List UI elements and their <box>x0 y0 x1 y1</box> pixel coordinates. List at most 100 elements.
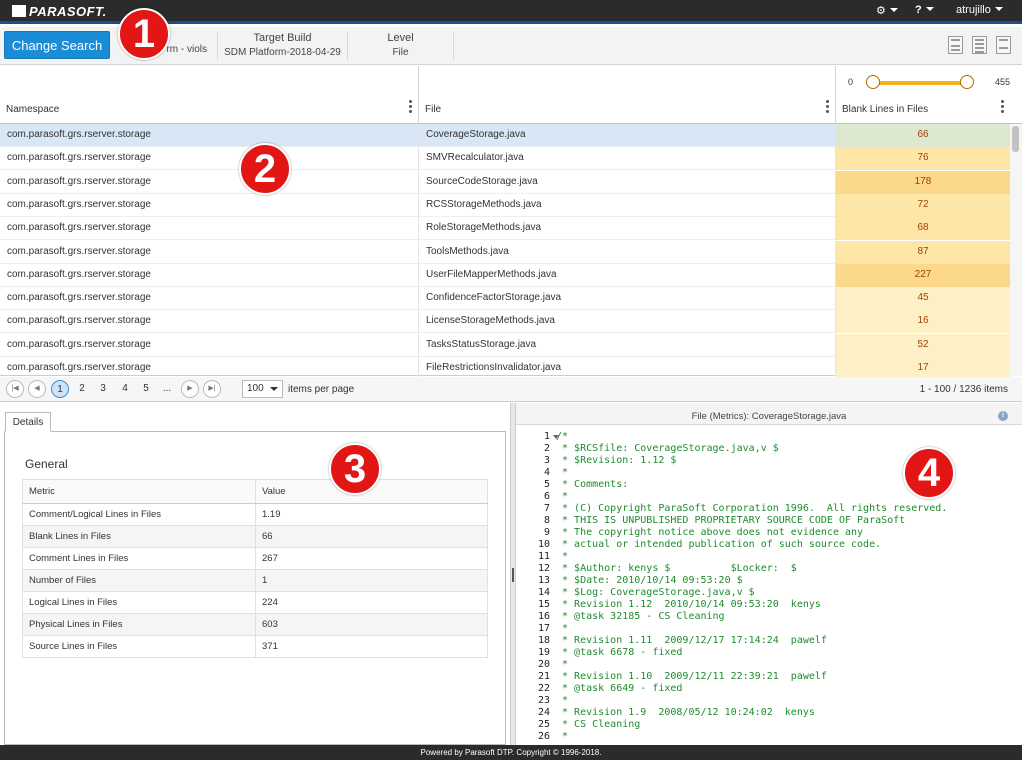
line-number-text: 13 <box>537 575 550 586</box>
target-build-criterion[interactable]: Target Build SDM Platform-2018-04-29 <box>218 32 348 60</box>
code-line: * $Log: CoverageStorage.java,v $ <box>556 587 755 598</box>
level-criterion[interactable]: Level File <box>348 32 454 60</box>
metric-value: 1.19 <box>255 503 488 526</box>
namespace-cell: com.parasoft.grs.rserver.storage <box>0 263 419 287</box>
layout-split-icon[interactable] <box>948 36 963 54</box>
table-row[interactable]: com.parasoft.grs.rserver.storage Coverage… <box>0 124 1010 147</box>
last-page-button[interactable]: ▶| <box>203 380 221 398</box>
layout-grid-icon[interactable] <box>972 36 987 54</box>
more-pages-button[interactable]: ... <box>158 380 176 398</box>
chevron-down-icon <box>270 387 278 391</box>
table-row: Physical Lines in Files 603 <box>22 613 488 636</box>
callout-marker-3: 3 <box>329 443 381 495</box>
callout-marker-2: 2 <box>239 143 291 195</box>
table-row[interactable]: com.parasoft.grs.rserver.storage LicenseS… <box>0 310 1010 334</box>
help-icon: ? <box>915 4 922 16</box>
table-row[interactable]: com.parasoft.grs.rserver.storage RoleStor… <box>0 217 1010 241</box>
line-number-text: 3 <box>543 455 550 466</box>
line-number-text: 12 <box>537 563 550 574</box>
help-menu[interactable]: ? <box>915 4 934 16</box>
code-line: * <box>556 623 569 634</box>
code-line: * Revision 1.9 2008/05/12 10:24:02 kenys <box>556 707 815 718</box>
line-number-text: 7 <box>543 503 550 514</box>
line-number-text: 6 <box>543 491 550 502</box>
line-number-text: 11 <box>537 551 550 562</box>
metric-name: Number of Files <box>22 569 256 592</box>
file-cell: SourceCodeStorage.java <box>419 170 836 194</box>
page-5-button[interactable]: 5 <box>137 380 155 398</box>
file-cell: ToolsMethods.java <box>419 240 836 264</box>
metric-value: 267 <box>255 547 488 570</box>
line-number-text: 2 <box>543 443 550 454</box>
next-page-button[interactable]: ▶ <box>181 380 199 398</box>
table-row: Comment Lines in Files 267 <box>22 547 488 570</box>
chevron-down-icon <box>925 7 934 11</box>
line-number-text: 22 <box>537 683 550 694</box>
code-line: * <box>556 731 569 742</box>
change-search-button[interactable]: Change Search <box>4 31 110 59</box>
table-row[interactable]: com.parasoft.grs.rserver.storage Confiden… <box>0 287 1010 311</box>
slider-min-handle[interactable] <box>866 75 880 89</box>
line-number-text: 18 <box>537 635 550 646</box>
info-icon[interactable]: i <box>998 411 1008 421</box>
file-cell: ConfidenceFactorStorage.java <box>419 287 836 311</box>
page-4-button[interactable]: 4 <box>116 380 134 398</box>
code-line: * actual or intended publication of such… <box>556 539 882 550</box>
code-line: * THIS IS UNPUBLISHED PROPRIETARY SOURCE… <box>556 515 906 526</box>
first-page-button[interactable]: |◀ <box>6 380 24 398</box>
user-menu[interactable]: atrujillo <box>956 4 1003 16</box>
vertical-scrollbar[interactable] <box>1010 124 1022 376</box>
metric-value: 224 <box>255 591 488 614</box>
table-row[interactable]: com.parasoft.grs.rserver.storage UserFile… <box>0 263 1010 287</box>
item-range-label: 1 - 100 / 1236 items <box>919 384 1008 395</box>
splitter-grip[interactable] <box>512 568 514 582</box>
slider-track[interactable] <box>866 81 964 85</box>
metric-value: 603 <box>255 613 488 636</box>
source-header: File (Metrics): CoverageStorage.java i <box>516 403 1022 425</box>
namespace-cell: com.parasoft.grs.rserver.storage <box>0 217 419 241</box>
page-1-button[interactable]: 1 <box>51 380 69 398</box>
code-line: * (C) Copyright ParaSoft Corporation 199… <box>556 503 948 514</box>
app-window: PARASOFT. ⚙ ? atrujillo Change Search rm… <box>0 0 1022 760</box>
column-menu-icon[interactable] <box>409 100 412 115</box>
range-slider[interactable]: 0 455 <box>836 72 1012 92</box>
code-line: * <box>556 695 569 706</box>
column-menu-icon[interactable] <box>826 100 829 115</box>
column-label: Blank Lines in Files <box>842 104 929 115</box>
logo-text: PARASOFT. <box>29 4 107 19</box>
page-3-button[interactable]: 3 <box>94 380 112 398</box>
items-per-page-label: items per page <box>288 384 355 395</box>
chevron-down-icon <box>889 8 898 12</box>
line-number-text: 1 <box>543 431 550 442</box>
table-row[interactable]: com.parasoft.grs.rserver.storage SMVRecal… <box>0 147 1010 171</box>
metric-name: Physical Lines in Files <box>22 613 256 636</box>
column-header-blank-lines[interactable]: 0 455 Blank Lines in Files <box>836 66 1022 124</box>
table-row[interactable]: com.parasoft.grs.rserver.storage SourceCo… <box>0 170 1010 194</box>
settings-menu[interactable]: ⚙ <box>876 4 898 17</box>
table-row[interactable]: com.parasoft.grs.rserver.storage ToolsMet… <box>0 240 1010 264</box>
code-line: * <box>556 551 569 562</box>
column-label: Namespace <box>6 104 60 115</box>
prev-page-button[interactable]: ◀ <box>28 380 46 398</box>
column-header-namespace[interactable]: Namespace <box>0 66 419 124</box>
blank-lines-cell: 45 <box>836 287 1010 311</box>
metric-value: 1 <box>255 569 488 592</box>
slider-min-value: 0 <box>848 77 854 87</box>
column-header-file[interactable]: File <box>419 66 836 124</box>
source-title: File (Metrics): CoverageStorage.java <box>691 411 847 422</box>
scrollbar-thumb[interactable] <box>1012 126 1019 152</box>
column-menu-icon[interactable] <box>1001 100 1004 115</box>
items-per-page-value: 100 <box>247 383 264 394</box>
table-row[interactable]: com.parasoft.grs.rserver.storage RCSStora… <box>0 193 1010 217</box>
slider-max-handle[interactable] <box>960 75 974 89</box>
line-number-text: 14 <box>537 587 550 598</box>
page-2-button[interactable]: 2 <box>73 380 91 398</box>
metric-column-header: Metric <box>22 479 256 504</box>
slider-max-value: 455 <box>994 77 1010 87</box>
items-per-page-select[interactable]: 100 <box>242 380 283 398</box>
layout-full-icon[interactable] <box>996 36 1011 54</box>
table-row[interactable]: com.parasoft.grs.rserver.storage TasksSta… <box>0 333 1010 357</box>
tab-details[interactable]: Details <box>5 412 51 432</box>
code-line: * $Author: kenys $ $Locker: $ <box>556 563 797 574</box>
table-header-row: Metric Value <box>22 479 488 504</box>
